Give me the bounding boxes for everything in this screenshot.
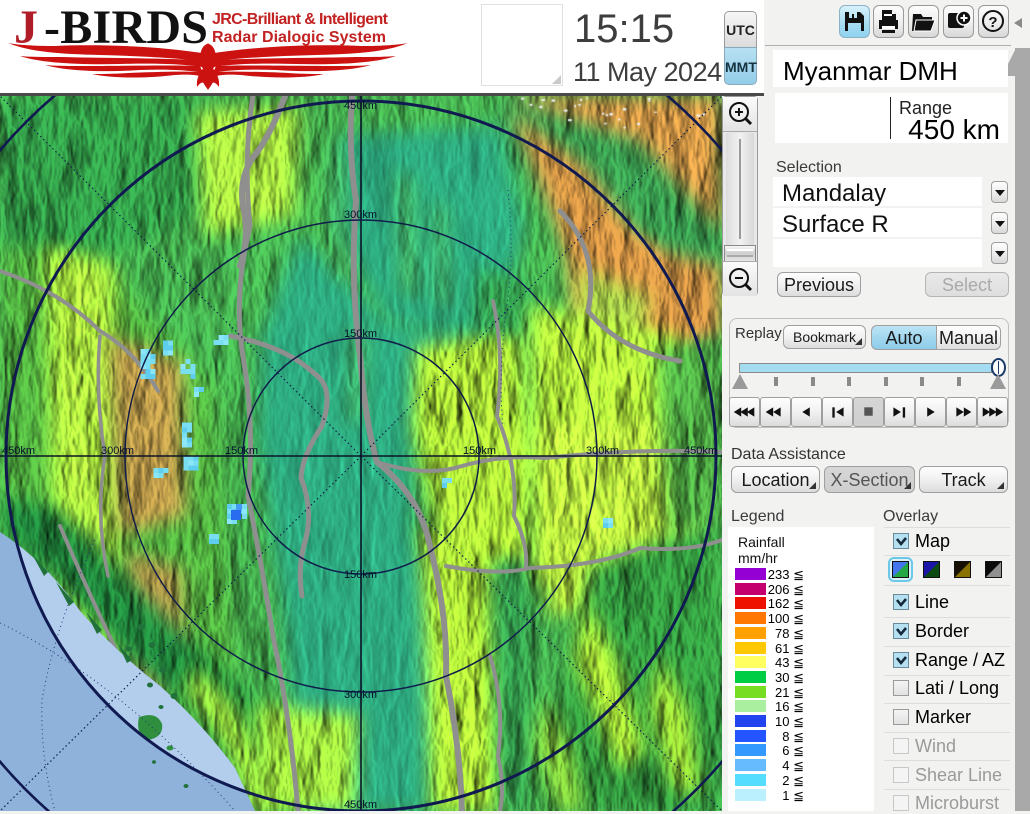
svg-text:150km: 150km (463, 445, 496, 457)
svg-text:300km: 300km (586, 445, 619, 457)
svg-text:450km: 450km (684, 445, 717, 457)
svg-text:150km: 150km (344, 569, 377, 581)
svg-text:450km: 450km (2, 445, 35, 457)
svg-text:300km: 300km (344, 689, 377, 701)
svg-text:150km: 150km (225, 445, 258, 457)
svg-text:300km: 300km (101, 445, 134, 457)
svg-text:450km: 450km (344, 100, 377, 112)
svg-text:450km: 450km (344, 799, 377, 811)
svg-text:150km: 150km (344, 328, 377, 340)
svg-text:300km: 300km (344, 209, 377, 221)
svg-text:JRC-Brilliant & Intelligent: JRC-Brilliant & Intelligent (212, 11, 389, 28)
svg-text:?: ? (988, 14, 997, 31)
svg-text:Radar Dialogic System: Radar Dialogic System (212, 29, 386, 46)
